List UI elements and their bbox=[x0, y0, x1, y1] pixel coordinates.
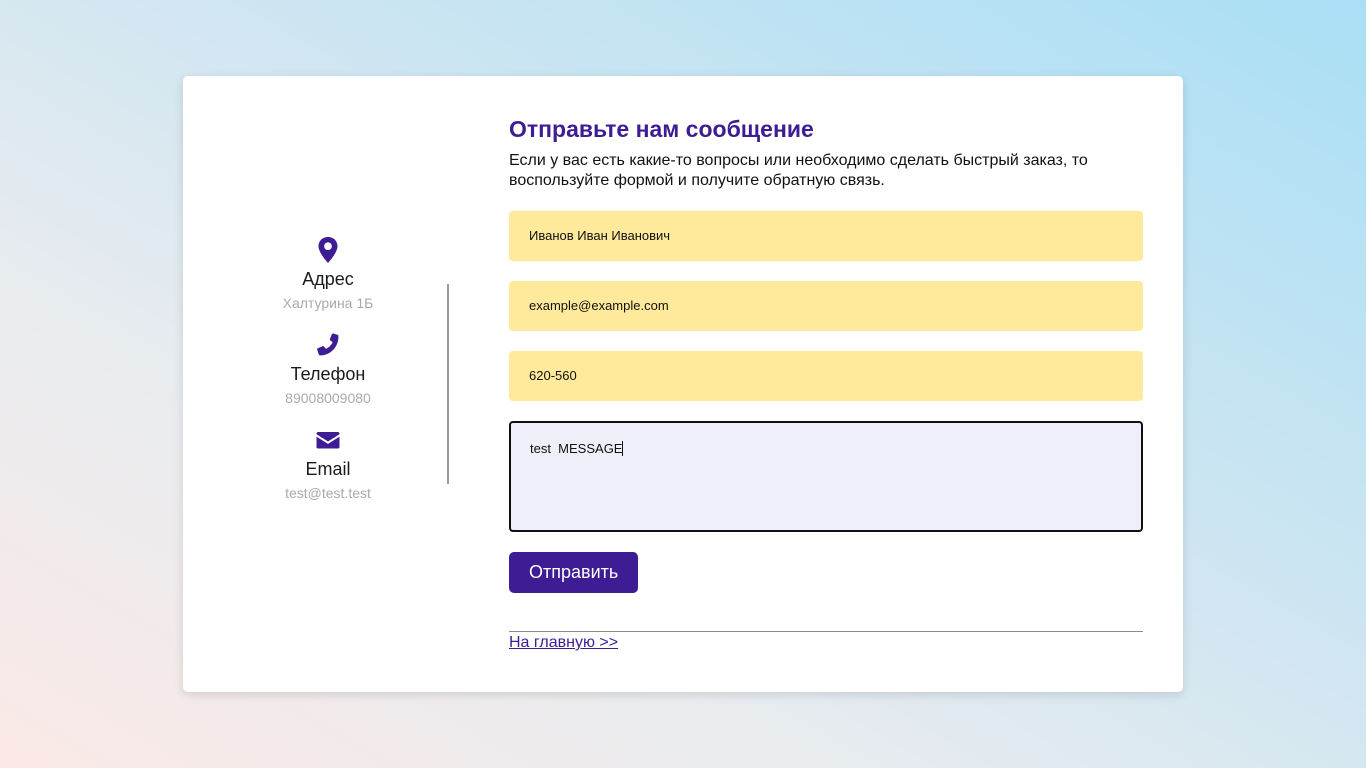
form-title: Отправьте нам сообщение bbox=[509, 116, 814, 142]
address-block: Адрес Халтурина 1Б bbox=[273, 236, 383, 331]
message-form: Отправьте нам сообщение Если у вас есть … bbox=[509, 114, 1143, 652]
submit-button[interactable]: Отправить bbox=[509, 552, 639, 593]
address-value: Халтурина 1Б bbox=[282, 295, 374, 311]
form-description: Если у вас есть какие-то вопросы или нео… bbox=[509, 152, 1088, 189]
name-field[interactable]: Иванов Иван Иванович bbox=[509, 211, 1143, 261]
address-title: Адрес bbox=[302, 269, 354, 289]
email-value: test@test.test bbox=[285, 485, 371, 501]
email-block: Email test@test.test bbox=[273, 426, 383, 521]
message-textarea[interactable]: test MESSAGE bbox=[509, 421, 1143, 532]
envelope-icon bbox=[316, 432, 340, 449]
phone-field[interactable]: 620-560 bbox=[509, 351, 1143, 401]
phone-block: Телефон 89008009080 bbox=[273, 331, 383, 426]
contact-info: Адрес Халтурина 1Б Телефон 89008009080 E… bbox=[273, 236, 383, 521]
message-text: test MESSAGE bbox=[530, 441, 623, 456]
phone-icon bbox=[317, 333, 339, 356]
footer-divider bbox=[509, 631, 1143, 632]
email-title: Email bbox=[305, 459, 351, 479]
text-caret bbox=[622, 441, 624, 456]
phone-title: Телефон bbox=[290, 364, 366, 384]
home-link[interactable]: На главную >> bbox=[509, 634, 618, 652]
phone-value: 89008009080 bbox=[285, 390, 371, 406]
email-field[interactable]: example@example.com bbox=[509, 281, 1143, 331]
map-marker-icon bbox=[318, 237, 338, 263]
contact-card: Адрес Халтурина 1Б Телефон 89008009080 E… bbox=[183, 76, 1183, 692]
vertical-divider bbox=[447, 284, 449, 484]
